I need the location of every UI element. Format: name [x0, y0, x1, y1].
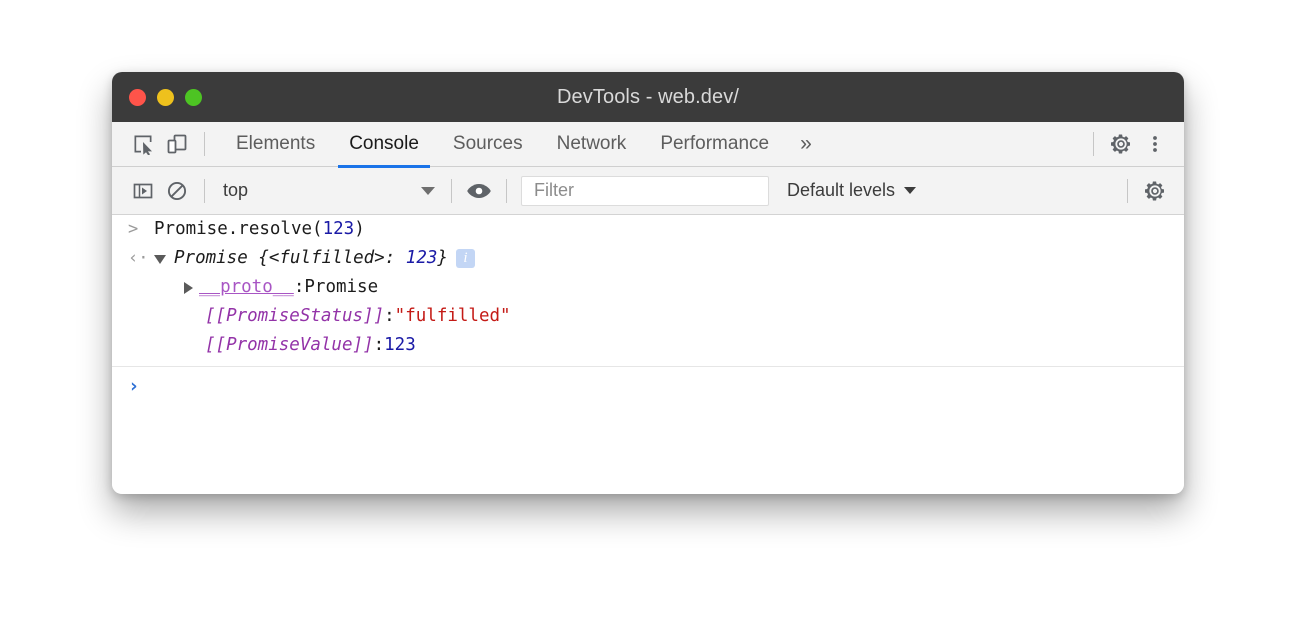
chevron-down-icon — [421, 187, 435, 195]
devtools-window: DevTools - web.dev/ Elements Console S — [112, 72, 1184, 494]
property-separator: : — [374, 331, 385, 360]
console-output-message: ‹· Promise {<fulfilled>: 123} i __proto_… — [112, 244, 1184, 367]
property-key: [[PromiseStatus]] — [205, 302, 384, 331]
console-output-body: Promise {<fulfilled>: 123} i __proto__ :… — [154, 244, 1184, 360]
close-window-button[interactable] — [129, 89, 146, 106]
console-toolbar-divider-3 — [506, 179, 507, 203]
console-sidebar-toggle-icon[interactable] — [126, 175, 160, 207]
console-toolbar-divider-1 — [204, 179, 205, 203]
inspect-element-icon[interactable] — [126, 128, 160, 160]
disclosure-triangle-open-icon[interactable] — [154, 255, 166, 264]
traffic-light-group — [129, 72, 202, 122]
promise-preview-row[interactable]: Promise {<fulfilled>: 123} i — [154, 244, 1184, 273]
property-promise-status: [[PromiseStatus]] : "fulfilled" — [184, 302, 1184, 331]
property-proto[interactable]: __proto__ : Promise — [184, 273, 1184, 302]
property-key: [[PromiseValue]] — [205, 331, 374, 360]
execution-context-value: top — [223, 180, 248, 201]
console-toolbar-divider-4 — [1127, 179, 1128, 203]
chevron-down-icon — [904, 187, 916, 194]
tabbar-right-divider — [1093, 132, 1094, 156]
clear-console-icon[interactable] — [160, 175, 194, 207]
disclosure-triangle-closed-icon[interactable] — [184, 282, 193, 294]
property-value: "fulfilled" — [395, 302, 511, 331]
maximize-window-button[interactable] — [185, 89, 202, 106]
promise-preview-text: Promise {<fulfilled>: 123} — [174, 244, 448, 273]
console-toolbar-right — [1117, 175, 1184, 207]
settings-gear-icon[interactable] — [1104, 128, 1138, 160]
log-levels-label: Default levels — [787, 180, 895, 201]
panel-tab-list: Elements Console Sources Network Perform… — [219, 122, 826, 167]
console-toolbar-divider-2 — [451, 179, 452, 203]
property-promise-value: [[PromiseValue]] : 123 — [184, 331, 1184, 360]
output-gutter-icon: ‹· — [128, 244, 154, 273]
expression-argument: 123 — [323, 219, 355, 239]
console-filter-input[interactable]: Filter — [521, 176, 769, 206]
console-input-expression: Promise.resolve(123) — [154, 215, 365, 244]
live-expression-eye-icon[interactable] — [462, 175, 496, 207]
tab-sources[interactable]: Sources — [436, 122, 540, 167]
property-separator: : — [384, 302, 395, 331]
screenshot-stage: DevTools - web.dev/ Elements Console S — [0, 0, 1296, 640]
property-value: 123 — [384, 331, 416, 360]
device-toolbar-icon[interactable] — [160, 128, 194, 160]
property-separator: : — [294, 273, 305, 302]
execution-context-selector[interactable]: top — [215, 180, 441, 201]
console-settings-gear-icon[interactable] — [1138, 175, 1172, 207]
more-tabs-icon[interactable]: » — [786, 122, 826, 167]
tabbar-right-actions — [1083, 128, 1184, 160]
minimize-window-button[interactable] — [157, 89, 174, 106]
devtools-tabbar: Elements Console Sources Network Perform… — [112, 122, 1184, 167]
window-titlebar: DevTools - web.dev/ — [112, 72, 1184, 122]
tab-performance[interactable]: Performance — [643, 122, 786, 167]
preview-suffix: } — [437, 248, 448, 268]
console-message-list: > Promise.resolve(123) ‹· Promise {<fulf… — [112, 215, 1184, 493]
tab-elements[interactable]: Elements — [219, 122, 332, 167]
console-toolbar: top Filter Default levels — [112, 167, 1184, 215]
expression-head: Promise.resolve( — [154, 219, 323, 239]
preview-value: 123 — [406, 248, 438, 268]
tab-network[interactable]: Network — [540, 122, 644, 167]
window-title: DevTools - web.dev/ — [112, 86, 1184, 109]
console-input-message: > Promise.resolve(123) — [112, 215, 1184, 244]
prompt-chevron-icon: › — [128, 375, 154, 397]
log-levels-dropdown[interactable]: Default levels — [787, 180, 916, 201]
info-icon[interactable]: i — [456, 249, 475, 268]
preview-prefix: Promise {<fulfilled>: — [174, 248, 406, 268]
tabbar-divider — [204, 132, 205, 156]
console-prompt[interactable]: › — [112, 367, 1184, 405]
promise-property-list: __proto__ : Promise [[PromiseStatus]] : … — [154, 273, 1184, 360]
input-gutter-icon: > — [128, 215, 154, 244]
property-value: Promise — [304, 273, 378, 302]
more-options-icon[interactable] — [1138, 128, 1172, 160]
property-key[interactable]: __proto__ — [199, 273, 294, 302]
tab-console[interactable]: Console — [332, 122, 436, 167]
console-filter-placeholder: Filter — [534, 180, 574, 201]
expression-tail: ) — [354, 219, 365, 239]
